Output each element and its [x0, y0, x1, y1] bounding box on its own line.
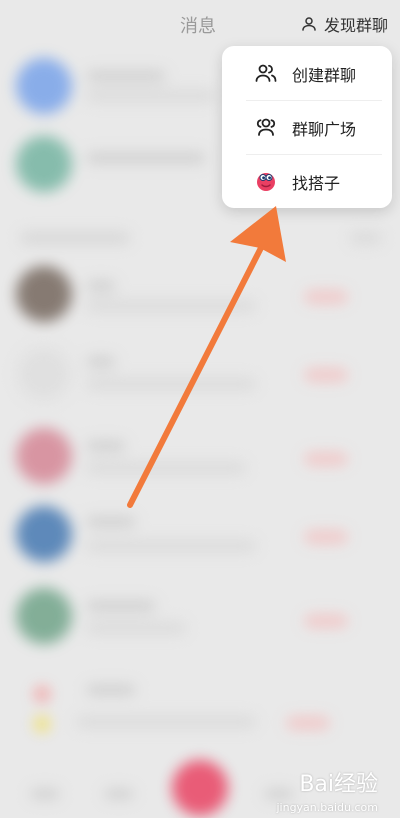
find-buddy-icon [257, 173, 275, 191]
list-item [86, 300, 256, 312]
status-badge [304, 530, 348, 544]
section-header [350, 232, 382, 244]
list-item [86, 516, 136, 528]
watermark-site: jingyan.baidu.com [276, 801, 378, 814]
bottom-nav [30, 788, 60, 800]
avatar [16, 588, 72, 644]
list-item [34, 716, 50, 732]
list-item [34, 686, 50, 702]
create-group-icon [255, 64, 277, 82]
watermark-brand: Bai经验 [299, 772, 378, 797]
list-item [86, 152, 206, 164]
list-item [86, 622, 186, 634]
menu-item-label: 找搭子 [292, 174, 341, 193]
menu-item-create-group[interactable]: 创建群聊 [222, 46, 392, 100]
avatar [16, 136, 72, 192]
bottom-nav [104, 788, 134, 800]
section-header [20, 232, 130, 244]
status-badge [304, 614, 348, 628]
list-item [86, 280, 116, 292]
baidu-jingyan-watermark: Bai经验 jingyan.baidu.com [276, 766, 378, 814]
bottom-nav [264, 788, 294, 800]
list-item [86, 462, 246, 474]
status-badge [286, 716, 330, 730]
avatar [16, 266, 72, 322]
discover-groups-button[interactable]: 发现群聊 [300, 12, 388, 36]
user-icon [302, 17, 316, 31]
menu-item-find-buddy[interactable]: 找搭子 [222, 154, 392, 208]
menu-item-label: 创建群聊 [292, 66, 357, 85]
list-item [76, 716, 256, 728]
list-item [86, 600, 156, 612]
avatar [16, 346, 72, 402]
list-item [86, 90, 216, 102]
list-item [86, 70, 166, 82]
top-bar: 消息 发现群聊 [0, 0, 400, 50]
avatar [16, 58, 72, 114]
page-title: 消息 [180, 16, 216, 37]
status-badge [304, 290, 348, 304]
menu-item-label: 群聊广场 [292, 120, 357, 139]
list-item [86, 440, 126, 452]
avatar [16, 428, 72, 484]
list-item [86, 356, 116, 368]
list-item [86, 540, 256, 552]
list-item [86, 378, 256, 390]
avatar [16, 506, 72, 562]
discover-popup-menu: 创建群聊 群聊广场 找搭子 [222, 46, 392, 208]
bottom-nav-center-button [172, 760, 228, 816]
menu-item-group-square[interactable]: 群聊广场 [222, 100, 392, 154]
status-badge [304, 368, 348, 382]
list-item [86, 684, 136, 696]
discover-groups-label: 发现群聊 [323, 16, 388, 35]
status-badge [304, 452, 348, 466]
group-square-icon [256, 118, 276, 136]
